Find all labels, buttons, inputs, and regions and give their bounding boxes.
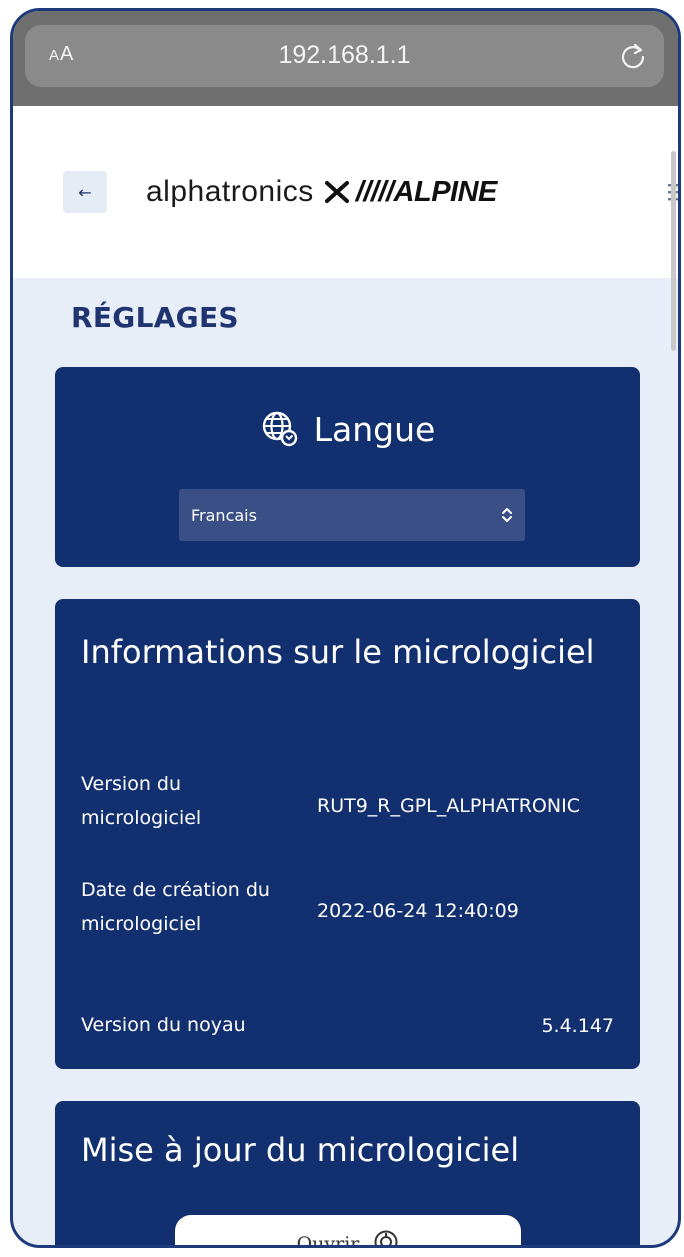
back-arrow-icon: ←	[78, 182, 92, 202]
address-bar[interactable]: AA 192.168.1.1	[25, 25, 664, 87]
site-header: ← alphatronics /////ALPINE	[13, 106, 678, 278]
firmware-version-value: RUT9_R_GPL_ALPHATRONIC	[317, 795, 580, 817]
kernel-version-label: Version du noyau	[81, 1014, 246, 1036]
language-title-text: Langue	[313, 409, 436, 449]
firmware-update-title: Mise à jour du micrologiciel	[81, 1131, 520, 1169]
browser-toolbar: AA 192.168.1.1	[13, 11, 678, 106]
language-title: Langue	[55, 407, 640, 451]
language-select-value: Francais	[191, 505, 257, 525]
phone-frame: AA 192.168.1.1 ← alphatronics /////ALPIN…	[10, 8, 681, 1248]
back-button[interactable]: ←	[63, 171, 107, 213]
firmware-build-date-value: 2022-06-24 12:40:09	[317, 900, 519, 922]
page-title: RÉGLAGES	[71, 301, 239, 334]
firmware-update-card: Mise à jour du micrologiciel Ouvrir	[55, 1101, 640, 1248]
globe-icon	[262, 411, 297, 447]
open-button-label: Ouvrir	[296, 1233, 360, 1248]
open-file-button[interactable]: Ouvrir	[175, 1215, 521, 1248]
upload-icon	[374, 1230, 398, 1245]
brand-logo: alphatronics /////ALPINE	[146, 172, 497, 212]
reload-icon[interactable]	[618, 41, 648, 71]
url-text[interactable]: 192.168.1.1	[25, 41, 664, 70]
language-card: Langue Francais	[55, 367, 640, 567]
logo-alpine: /////ALPINE	[355, 175, 498, 208]
page-scrollbar[interactable]	[671, 151, 676, 351]
firmware-build-date-label: Date de création du micrologiciel	[81, 879, 270, 935]
logo-alphatronics: alphatronics	[146, 175, 314, 208]
firmware-info-title: Informations sur le micrologiciel	[81, 633, 595, 671]
language-select[interactable]: Francais	[179, 489, 525, 541]
firmware-info-card: Informations sur le micrologiciel Versio…	[55, 599, 640, 1069]
select-arrows-icon	[502, 508, 512, 522]
logo-cross-icon	[324, 181, 349, 203]
kernel-version-value: 5.4.147	[541, 1015, 614, 1037]
firmware-version-label: Version du micrologiciel	[81, 773, 202, 829]
